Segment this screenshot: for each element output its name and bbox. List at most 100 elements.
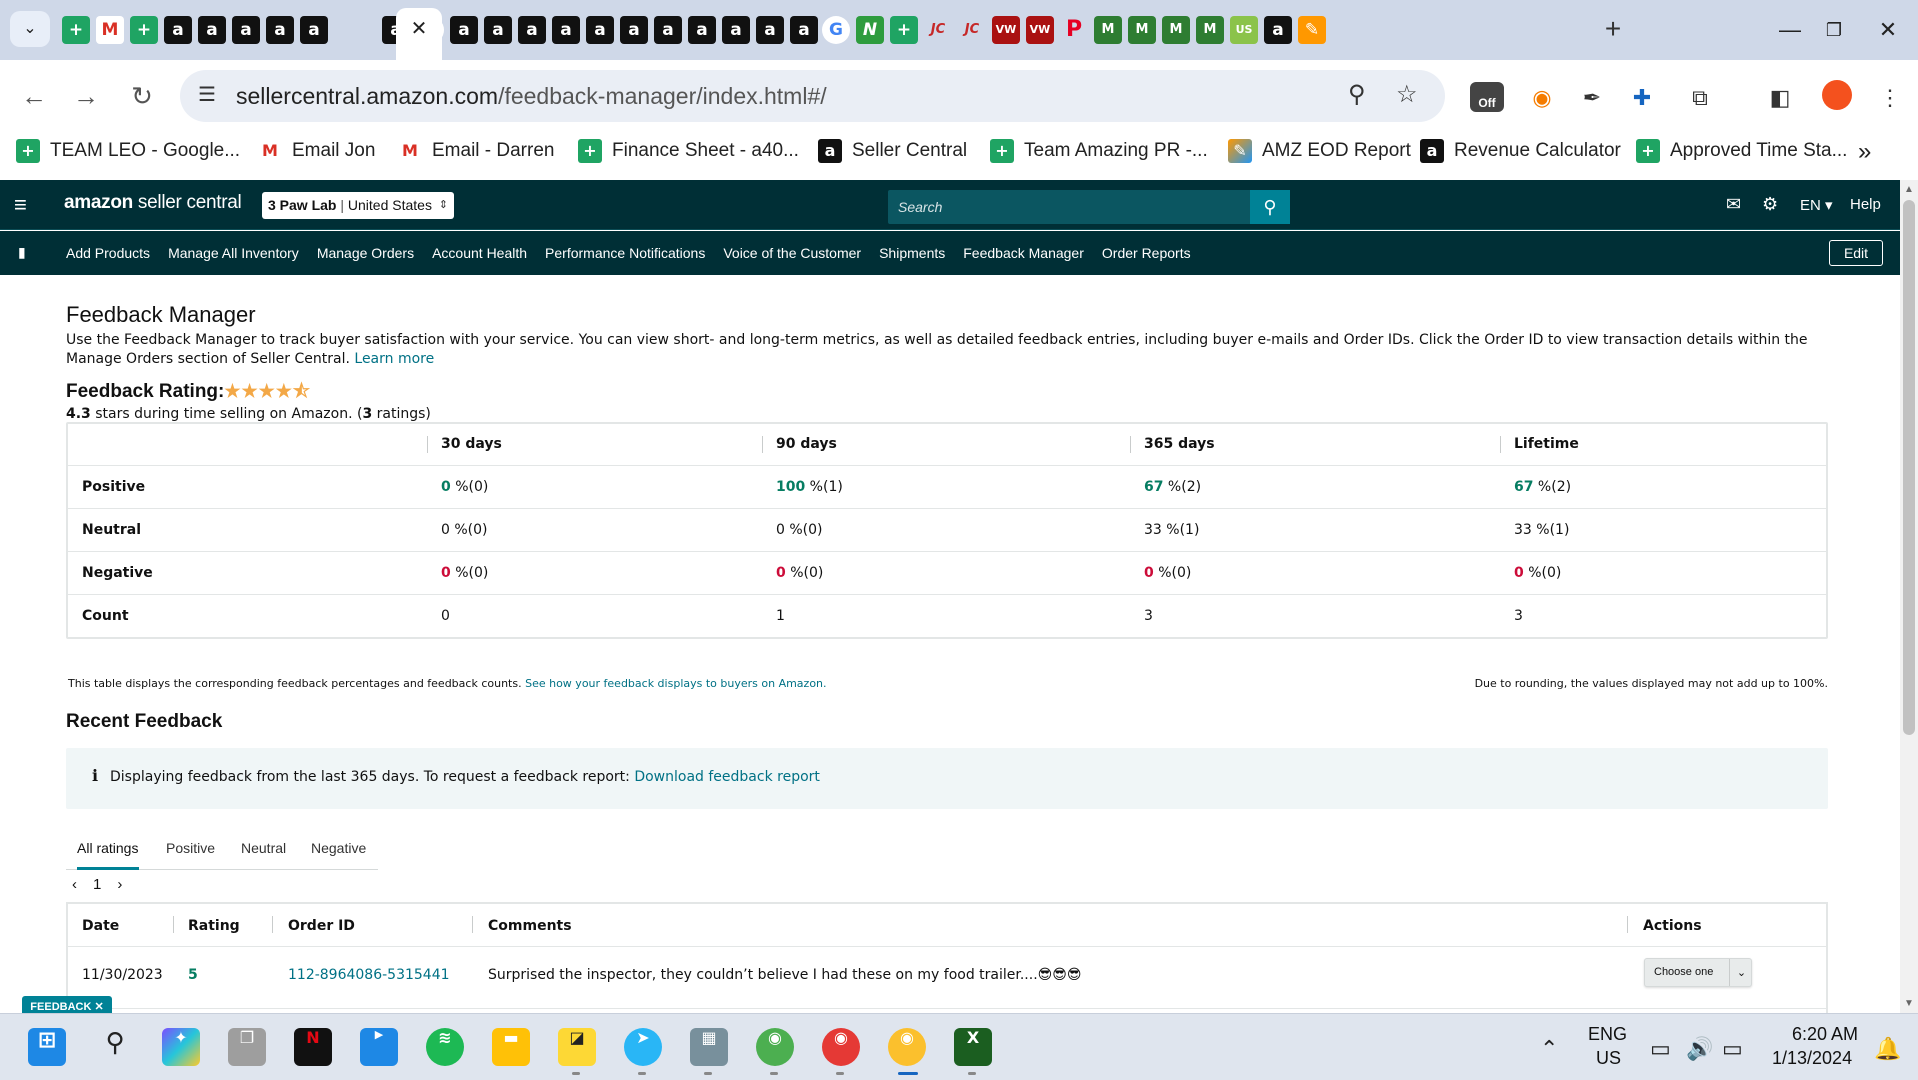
pen-favicon[interactable]: ✎: [1298, 16, 1326, 44]
gear-icon[interactable]: ⚙: [1762, 194, 1778, 215]
restore-button[interactable]: ❐: [1814, 14, 1854, 46]
bookmark-item[interactable]: M Email - Darren: [398, 134, 554, 168]
bookmark-item[interactable]: + Finance Sheet - a40...: [578, 134, 799, 168]
close-tab-icon[interactable]: ✕: [404, 14, 434, 44]
search-input[interactable]: [888, 190, 1250, 224]
nav-link-voice-of-the-customer[interactable]: Voice of the Customer: [723, 245, 861, 261]
seller-central-logo[interactable]: amazon seller central: [64, 192, 242, 214]
clock-date[interactable]: 1/13/2024: [1772, 1048, 1852, 1069]
page-number[interactable]: 1: [93, 876, 101, 893]
amazon-favicon[interactable]: a: [1264, 16, 1292, 44]
nav-link-performance-notifications[interactable]: Performance Notifications: [545, 245, 705, 261]
m-favicon[interactable]: M: [1128, 16, 1156, 44]
notification-bell-icon[interactable]: 🔔: [1874, 1036, 1901, 1062]
store-selector[interactable]: 3 Paw Lab | United States ⇕: [262, 192, 454, 219]
zoom-icon[interactable]: ⚲: [1348, 80, 1366, 109]
pinterest-favicon[interactable]: P: [1060, 16, 1088, 44]
nav-link-account-health[interactable]: Account Health: [432, 245, 527, 261]
amazon-favicon[interactable]: a: [552, 16, 580, 44]
excel-icon[interactable]: X: [954, 1028, 992, 1066]
jc-favicon[interactable]: JC: [958, 16, 986, 44]
search-button[interactable]: ⚲: [1250, 190, 1290, 224]
extensions-icon[interactable]: ⧉: [1684, 82, 1716, 114]
calculator-icon[interactable]: ▦: [690, 1028, 728, 1066]
nav-link-order-reports[interactable]: Order Reports: [1102, 245, 1191, 261]
address-bar[interactable]: ☰ sellercentral.amazon.com/feedback-mana…: [180, 70, 1445, 122]
amazon-favicon[interactable]: a: [232, 16, 260, 44]
m-favicon[interactable]: M: [1162, 16, 1190, 44]
amazon-favicon[interactable]: a: [654, 16, 682, 44]
feedback-display-link[interactable]: See how your feedback displays to buyers…: [525, 677, 826, 690]
more-bookmarks-icon[interactable]: »: [1858, 138, 1871, 166]
tab-all-ratings[interactable]: All ratings: [77, 840, 138, 856]
bookmark-item[interactable]: a Seller Central: [818, 134, 967, 168]
amazon-favicon[interactable]: a: [790, 16, 818, 44]
chrome-icon[interactable]: ◉: [822, 1028, 860, 1066]
close-window-button[interactable]: ✕: [1868, 14, 1908, 46]
nav-link-manage-orders[interactable]: Manage Orders: [317, 245, 414, 261]
download-report-link[interactable]: Download feedback report: [634, 769, 820, 785]
telegram-icon[interactable]: ➤: [624, 1028, 662, 1066]
network-icon[interactable]: ▭: [1650, 1036, 1671, 1062]
file-explorer-icon[interactable]: ▬: [492, 1028, 530, 1066]
edit-nav-button[interactable]: Edit: [1829, 240, 1883, 266]
language-indicator[interactable]: ENG: [1588, 1024, 1627, 1045]
volume-icon[interactable]: 🔊: [1686, 1036, 1713, 1062]
side-panel-icon[interactable]: ◧: [1764, 82, 1796, 114]
spotify-icon[interactable]: ≋: [426, 1028, 464, 1066]
url-text[interactable]: sellercentral.amazon.com/feedback-manage…: [236, 83, 827, 110]
page-scrollbar[interactable]: ▲ ▼: [1900, 180, 1918, 1013]
extension-puzzle-blue-icon[interactable]: ✚: [1626, 82, 1658, 114]
us-foods-favicon[interactable]: US: [1230, 16, 1258, 44]
tab-positive[interactable]: Positive: [166, 840, 215, 856]
profile-avatar[interactable]: [1822, 80, 1852, 110]
mail-icon[interactable]: ✉: [1726, 194, 1741, 215]
bookmark-item[interactable]: ✎ AMZ EOD Report: [1228, 134, 1411, 168]
bookmark-item[interactable]: a Revenue Calculator: [1420, 134, 1621, 168]
vw-favicon[interactable]: VW: [992, 16, 1020, 44]
amazon-favicon[interactable]: a: [620, 16, 648, 44]
site-info-icon[interactable]: ☰: [198, 82, 216, 107]
amazon-favicon[interactable]: a: [266, 16, 294, 44]
learn-more-link[interactable]: Learn more: [354, 351, 434, 367]
new-tab-button[interactable]: +: [1598, 14, 1628, 44]
next-page-icon[interactable]: ›: [117, 876, 122, 893]
nav-link-feedback-manager[interactable]: Feedback Manager: [963, 245, 1084, 261]
help-link[interactable]: Help: [1850, 196, 1881, 213]
jc-favicon[interactable]: JC: [924, 16, 952, 44]
prev-page-icon[interactable]: ‹: [72, 876, 77, 893]
scroll-thumb[interactable]: [1903, 200, 1915, 735]
chrome-icon[interactable]: ◉: [888, 1028, 926, 1066]
language-selector[interactable]: EN ▾: [1800, 196, 1833, 214]
amazon-favicon[interactable]: a: [722, 16, 750, 44]
nav-link-shipments[interactable]: Shipments: [879, 245, 945, 261]
sheets-favicon[interactable]: +: [130, 16, 158, 44]
sticky-notes-icon[interactable]: ◪: [558, 1028, 596, 1066]
amazon-favicon[interactable]: a: [198, 16, 226, 44]
gmail-favicon[interactable]: M: [96, 16, 124, 44]
netflix-icon[interactable]: N: [294, 1028, 332, 1066]
back-button[interactable]: ←: [16, 78, 52, 114]
copilot-icon[interactable]: ✦: [162, 1028, 200, 1066]
sheets-favicon[interactable]: +: [62, 16, 90, 44]
region-indicator[interactable]: US: [1596, 1048, 1621, 1069]
tab-search-dropdown[interactable]: ⌄: [10, 11, 50, 47]
forward-button[interactable]: →: [68, 78, 104, 114]
extension-off-badge[interactable]: Off: [1470, 82, 1504, 112]
vw-favicon[interactable]: VW: [1026, 16, 1054, 44]
sheets-favicon[interactable]: +: [890, 16, 918, 44]
bookmark-star-icon[interactable]: ☆: [1396, 80, 1418, 109]
choose-action-dropdown[interactable]: Choose one ⌄: [1644, 958, 1752, 987]
search-field[interactable]: [888, 190, 1250, 224]
bookmark-icon[interactable]: ▮: [18, 244, 26, 261]
m-favicon[interactable]: M: [1196, 16, 1224, 44]
amazon-favicon[interactable]: a: [518, 16, 546, 44]
bookmark-item[interactable]: + Team Amazing PR -...: [990, 134, 1208, 168]
order-id-link[interactable]: 112-8964086-5315441: [288, 967, 450, 983]
bookmark-item[interactable]: + Approved Time Sta...: [1636, 134, 1847, 168]
browser-menu-icon[interactable]: ⋮: [1874, 82, 1906, 114]
minimize-button[interactable]: —: [1770, 14, 1810, 46]
task-view-icon[interactable]: ❐: [228, 1028, 266, 1066]
battery-icon[interactable]: ▭: [1722, 1036, 1743, 1062]
google-favicon[interactable]: G: [822, 16, 850, 44]
